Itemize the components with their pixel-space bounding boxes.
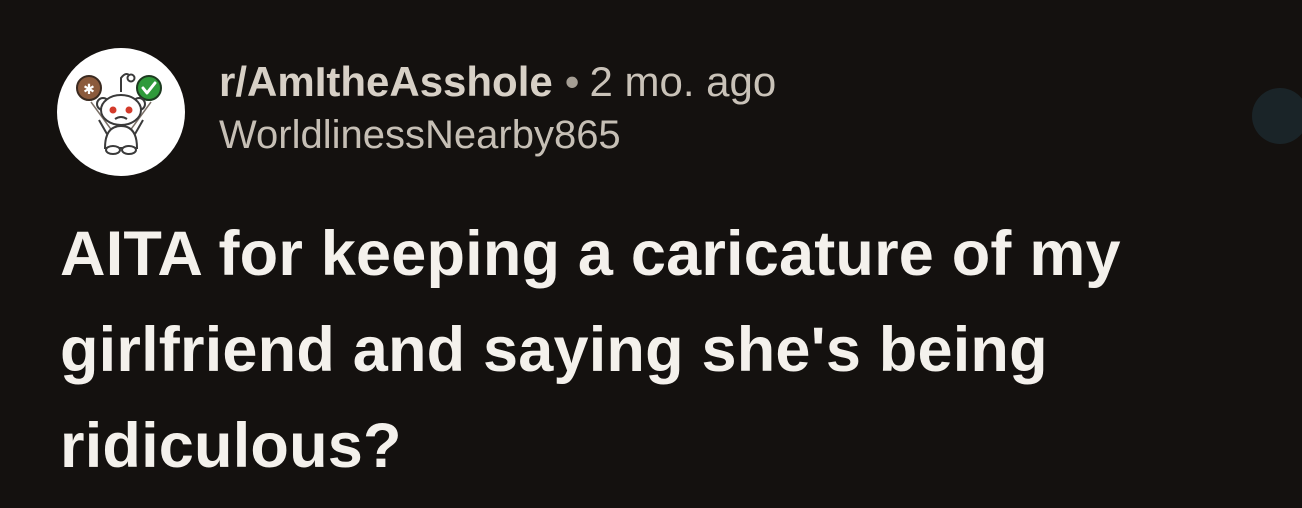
post-header: ✱ r/AmItheAsshole • 2 mo. ago Worldlines… — [57, 48, 1302, 176]
separator-dot: • — [564, 58, 580, 105]
avatar[interactable]: ✱ — [57, 48, 185, 176]
post-meta: r/AmItheAsshole • 2 mo. ago WorldlinessNea… — [219, 56, 776, 160]
post-age: 2 mo. ago — [589, 58, 777, 105]
snoo-avatar-icon: ✱ — [76, 73, 162, 155]
post-title[interactable]: AITA for keeping a caricature of my girl… — [60, 206, 1270, 494]
partial-avatar-edge — [1252, 88, 1302, 144]
svg-text:✱: ✱ — [83, 82, 95, 98]
username-link[interactable]: WorldlinessNearby865 — [219, 110, 776, 160]
subreddit-link[interactable]: r/AmItheAsshole — [219, 58, 553, 105]
post-meta-line: r/AmItheAsshole • 2 mo. ago — [219, 56, 776, 108]
